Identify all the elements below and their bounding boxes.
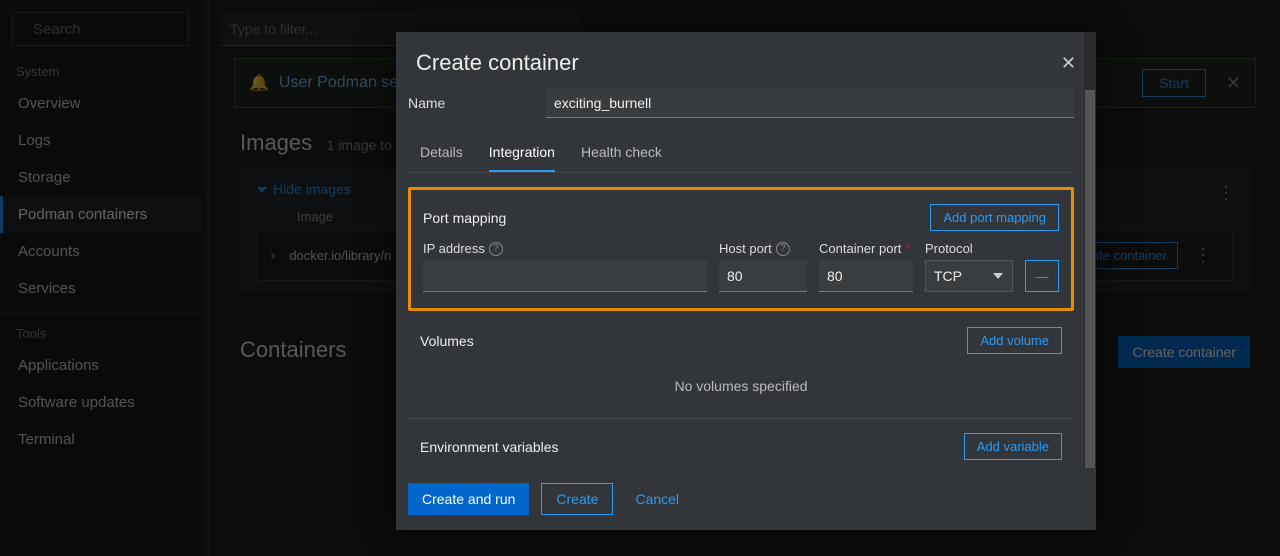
remove-port-mapping-button[interactable]: — — [1025, 260, 1059, 292]
protocol-select[interactable]: TCP — [925, 260, 1013, 292]
help-icon[interactable]: ? — [776, 242, 790, 256]
ip-address-label: IP address — [423, 241, 485, 256]
required-asterisk: * — [905, 241, 910, 256]
modal-title: Create container — [416, 50, 579, 76]
name-input[interactable] — [546, 88, 1074, 118]
help-icon[interactable]: ? — [489, 242, 503, 256]
create-container-modal: Create container ✕ Name Details Integrat… — [396, 32, 1096, 530]
port-mapping-title: Port mapping — [423, 210, 506, 226]
minus-icon: — — [1035, 269, 1048, 284]
name-label: Name — [408, 95, 528, 111]
add-port-mapping-button[interactable]: Add port mapping — [930, 204, 1059, 231]
volumes-empty-text: No volumes specified — [420, 364, 1062, 418]
protocol-label: Protocol — [925, 241, 973, 256]
container-port-input[interactable] — [819, 260, 913, 292]
host-port-label: Host port — [719, 241, 772, 256]
volumes-title: Volumes — [420, 333, 474, 349]
tab-details[interactable]: Details — [420, 134, 463, 172]
modal-footer: Create and run Create Cancel — [396, 468, 1096, 530]
tab-health-check[interactable]: Health check — [581, 134, 662, 172]
create-button[interactable]: Create — [541, 483, 613, 515]
port-mapping-section: Port mapping Add port mapping IP address… — [408, 187, 1074, 311]
add-variable-button[interactable]: Add variable — [964, 433, 1062, 460]
host-port-input[interactable] — [719, 260, 807, 292]
env-vars-title: Environment variables — [420, 439, 559, 455]
ip-address-input[interactable] — [423, 260, 707, 292]
tab-integration[interactable]: Integration — [489, 134, 555, 172]
container-port-label: Container port — [819, 241, 901, 256]
modal-tabs: Details Integration Health check — [408, 134, 1074, 173]
modal-close-icon[interactable]: ✕ — [1061, 53, 1076, 74]
create-and-run-button[interactable]: Create and run — [408, 483, 529, 515]
add-volume-button[interactable]: Add volume — [967, 327, 1062, 354]
cancel-button[interactable]: Cancel — [625, 484, 689, 514]
modal-scrollbar[interactable] — [1084, 32, 1096, 530]
